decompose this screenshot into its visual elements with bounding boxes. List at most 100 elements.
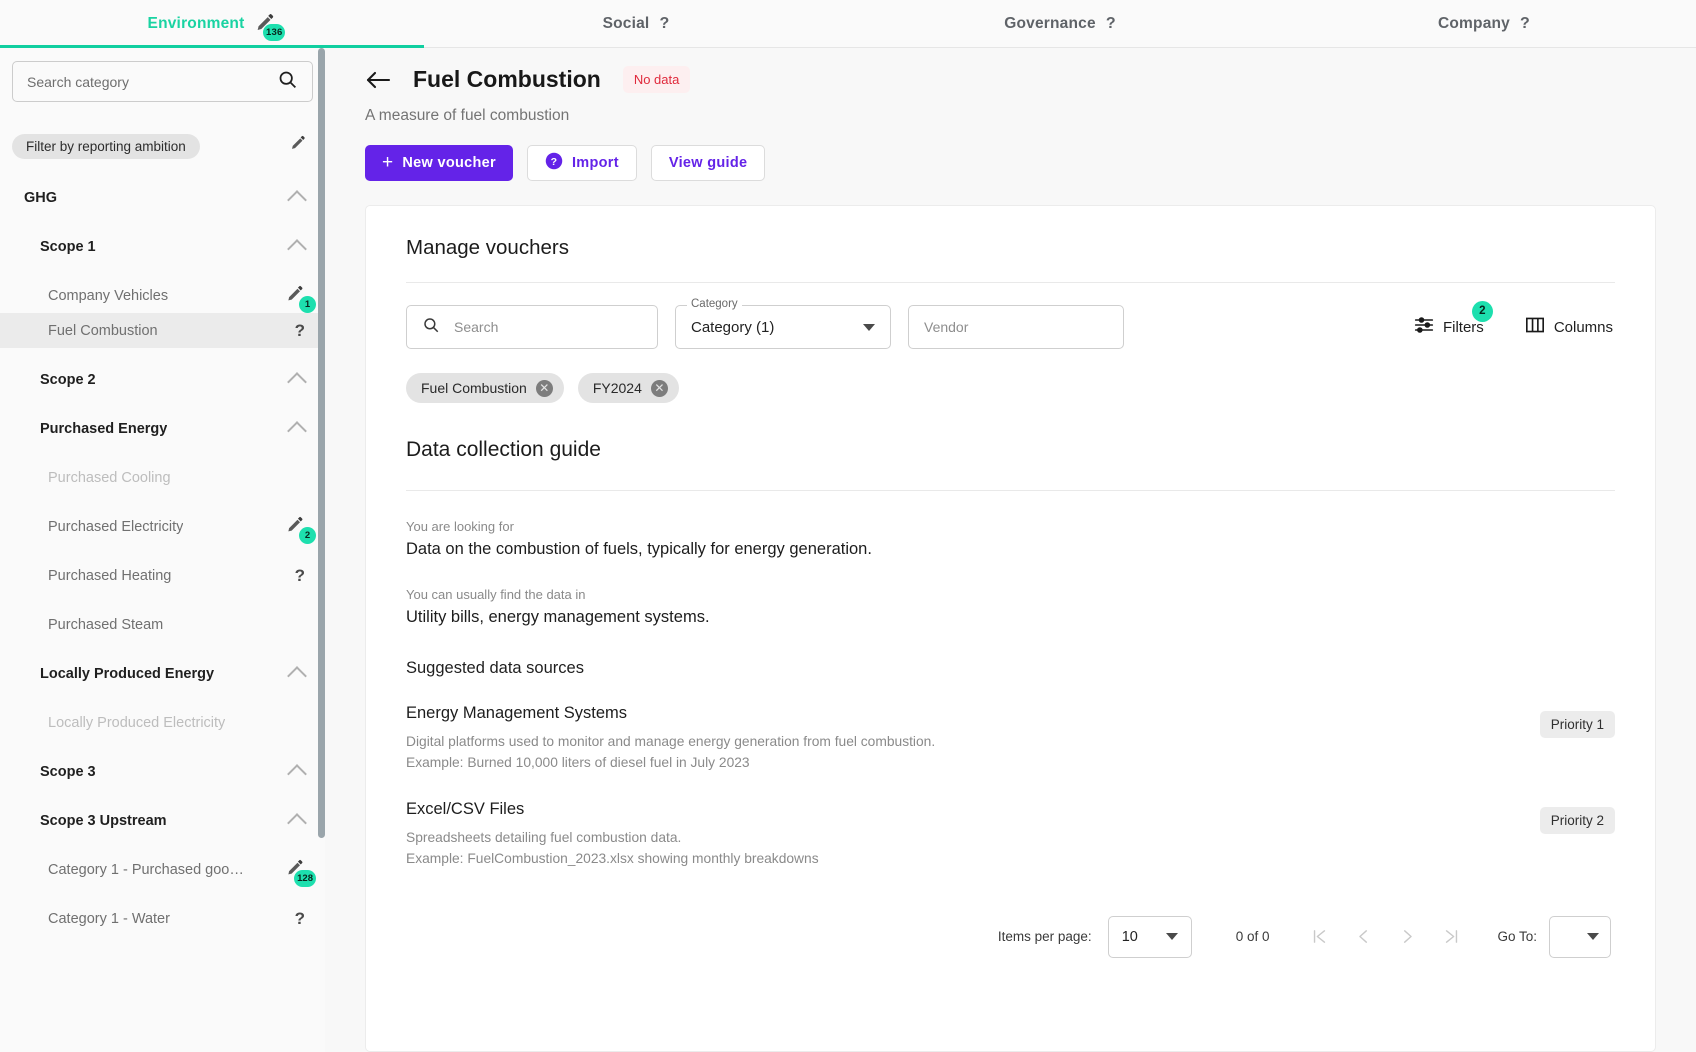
columns-label: Columns <box>1553 318 1613 336</box>
pagination-range: 0 of 0 <box>1235 929 1270 944</box>
voucher-search-field[interactable]: Search <box>406 305 658 349</box>
sidebar-search-wrap <box>0 61 325 102</box>
looking-for-label: You are looking for <box>406 519 514 534</box>
close-icon[interactable]: ✕ <box>650 379 668 397</box>
find-data-label: You can usually find the data in <box>406 587 586 602</box>
sidebar-item-label: Locally Produced Energy <box>40 665 215 682</box>
search-category-box[interactable] <box>12 61 313 102</box>
reporting-ambition-filter-row: Filter by reporting ambition <box>0 132 325 160</box>
prev-page-icon[interactable] <box>1341 917 1385 957</box>
sidebar-scrollbar-thumb[interactable] <box>318 48 325 838</box>
tab-company[interactable]: Company ? <box>1272 0 1696 48</box>
sidebar-item-purchased-heating[interactable]: Purchased Heating? <box>0 558 325 593</box>
chevron-up-icon[interactable] <box>287 665 307 686</box>
search-icon[interactable] <box>277 69 298 95</box>
sidebar-item-scope-3[interactable]: Scope 3 <box>0 754 325 789</box>
pencil-icon[interactable]: 2 <box>285 516 316 544</box>
tab-governance[interactable]: Governance ? <box>848 0 1272 48</box>
priority-badge: Priority 2 <box>1539 806 1615 834</box>
sidebar-item-scope-3-upstream[interactable]: Scope 3 Upstream <box>0 803 325 838</box>
import-label: Import <box>571 155 619 171</box>
filter-chip-label: Fuel Combustion <box>421 380 527 396</box>
filter-by-reporting-ambition-chip[interactable]: Filter by reporting ambition <box>12 133 200 159</box>
sidebar-item-scope-2[interactable]: Scope 2 <box>0 362 325 397</box>
first-page-icon[interactable] <box>1297 917 1341 957</box>
body-split: Filter by reporting ambition GHG Scope 1 C… <box>0 48 1696 1052</box>
chevron-up-icon[interactable] <box>287 812 307 833</box>
help-icon[interactable]: ? <box>1520 15 1530 33</box>
category-select[interactable]: Category Category (1) <box>675 298 891 349</box>
data-source-item: Energy Management Systems Digital platfo… <box>406 704 1615 774</box>
sidebar-item-purchased-electricity[interactable]: Purchased Electricity 2 <box>0 509 325 544</box>
sidebar-item-company-vehicles[interactable]: Company Vehicles 1 <box>0 278 325 313</box>
status-badge: No data <box>622 66 691 93</box>
items-per-page-label: Items per page: <box>997 929 1092 944</box>
voucher-filter-row: Search Category Category (1) Vendor Filt… <box>406 298 1615 349</box>
plus-icon: + <box>382 151 394 173</box>
tab-environment-label: Environment <box>147 15 245 32</box>
category-sidebar: Filter by reporting ambition GHG Scope 1 C… <box>0 48 325 1052</box>
vendor-field[interactable]: Vendor <box>908 305 1124 349</box>
tab-company-label: Company <box>1437 15 1511 32</box>
arrow-left-icon[interactable] <box>365 69 391 91</box>
active-filter-chips: Fuel Combustion ✕ FY2024 ✕ <box>406 373 1615 403</box>
help-icon[interactable]: ? <box>295 566 307 586</box>
columns-button[interactable]: Columns <box>1525 316 1615 338</box>
sidebar-item-locally-produced-electricity[interactable]: Locally Produced Electricity <box>0 705 325 740</box>
chevron-up-icon[interactable] <box>287 763 307 784</box>
suggested-sources-heading: Suggested data sources <box>406 659 584 677</box>
last-page-icon[interactable] <box>1429 917 1473 957</box>
sidebar-item-locally-produced-energy[interactable]: Locally Produced Energy <box>0 656 325 691</box>
sidebar-item-ghg[interactable]: GHG <box>0 180 325 215</box>
chevron-up-icon[interactable] <box>287 371 307 392</box>
new-voucher-button[interactable]: + New voucher <box>365 145 513 181</box>
sidebar-scrollbar[interactable] <box>317 48 325 1052</box>
columns-icon <box>1525 316 1545 338</box>
search-icon <box>422 316 440 339</box>
filter-icon <box>1414 315 1434 339</box>
chevron-up-icon[interactable] <box>287 238 307 259</box>
tab-environment[interactable]: Environment 136 <box>0 0 424 48</box>
sidebar-item-category-1-water[interactable]: Category 1 - Water? <box>0 901 325 936</box>
close-icon[interactable]: ✕ <box>535 379 553 397</box>
sidebar-item-purchased-steam[interactable]: Purchased Steam <box>0 607 325 642</box>
help-icon[interactable]: ? <box>1106 15 1116 33</box>
voucher-search-placeholder: Search <box>454 319 499 335</box>
search-input[interactable] <box>27 73 277 90</box>
pencil-icon[interactable]: 128 <box>285 859 316 887</box>
data-source-example: Example: Burned 10,000 liters of diesel … <box>406 755 750 771</box>
find-data-value: Utility bills, energy management systems… <box>406 608 710 626</box>
sidebar-item-purchased-cooling[interactable]: Purchased Cooling <box>0 460 325 495</box>
filter-chip[interactable]: FY2024 ✕ <box>577 373 679 403</box>
sidebar-item-label: Purchased Cooling <box>48 469 171 486</box>
sidebar-item-scope-1[interactable]: Scope 1 <box>0 229 325 264</box>
sidebar-item-label: Fuel Combustion <box>48 322 158 339</box>
page-actions: + New voucher ? Import View guide <box>365 145 1656 181</box>
goto-select[interactable] <box>1549 915 1611 958</box>
data-collection-guide-title: Data collection guide <box>406 438 601 461</box>
sidebar-item-category-1-purchased-goo[interactable]: Category 1 - Purchased goo… 128 <box>0 852 325 887</box>
filters-button[interactable]: Filters 2 <box>1414 301 1493 339</box>
sidebar-item-fuel-combustion[interactable]: Fuel Combustion? <box>0 313 325 348</box>
data-source-name: Energy Management Systems <box>406 704 628 722</box>
help-icon[interactable]: ? <box>659 15 669 33</box>
sidebar-item-purchased-energy[interactable]: Purchased Energy <box>0 411 325 446</box>
pencil-icon[interactable] <box>289 135 307 158</box>
chevron-up-icon[interactable] <box>287 189 307 210</box>
pencil-icon[interactable]: 1 <box>285 285 316 313</box>
chevron-up-icon[interactable] <box>287 420 307 441</box>
help-icon[interactable]: ? <box>295 909 307 929</box>
pagination-buttons <box>1297 917 1473 957</box>
tab-social[interactable]: Social ? <box>424 0 848 48</box>
next-page-icon[interactable] <box>1385 917 1429 957</box>
data-source-description: Digital platforms used to monitor and ma… <box>406 734 936 749</box>
filter-chip[interactable]: Fuel Combustion ✕ <box>406 373 564 403</box>
view-guide-button[interactable]: View guide <box>650 145 766 181</box>
help-icon[interactable]: ? <box>295 321 307 341</box>
vouchers-card-inner: Manage vouchers Search Category Category… <box>386 236 1635 958</box>
data-source-example: Example: FuelCombustion_2023.xlsx showin… <box>406 851 819 867</box>
items-per-page-select[interactable]: 10 <box>1107 915 1192 958</box>
category-value: Category (1) <box>691 318 775 336</box>
import-button[interactable]: ? Import <box>526 145 637 181</box>
tab-governance-label: Governance <box>1004 15 1096 32</box>
